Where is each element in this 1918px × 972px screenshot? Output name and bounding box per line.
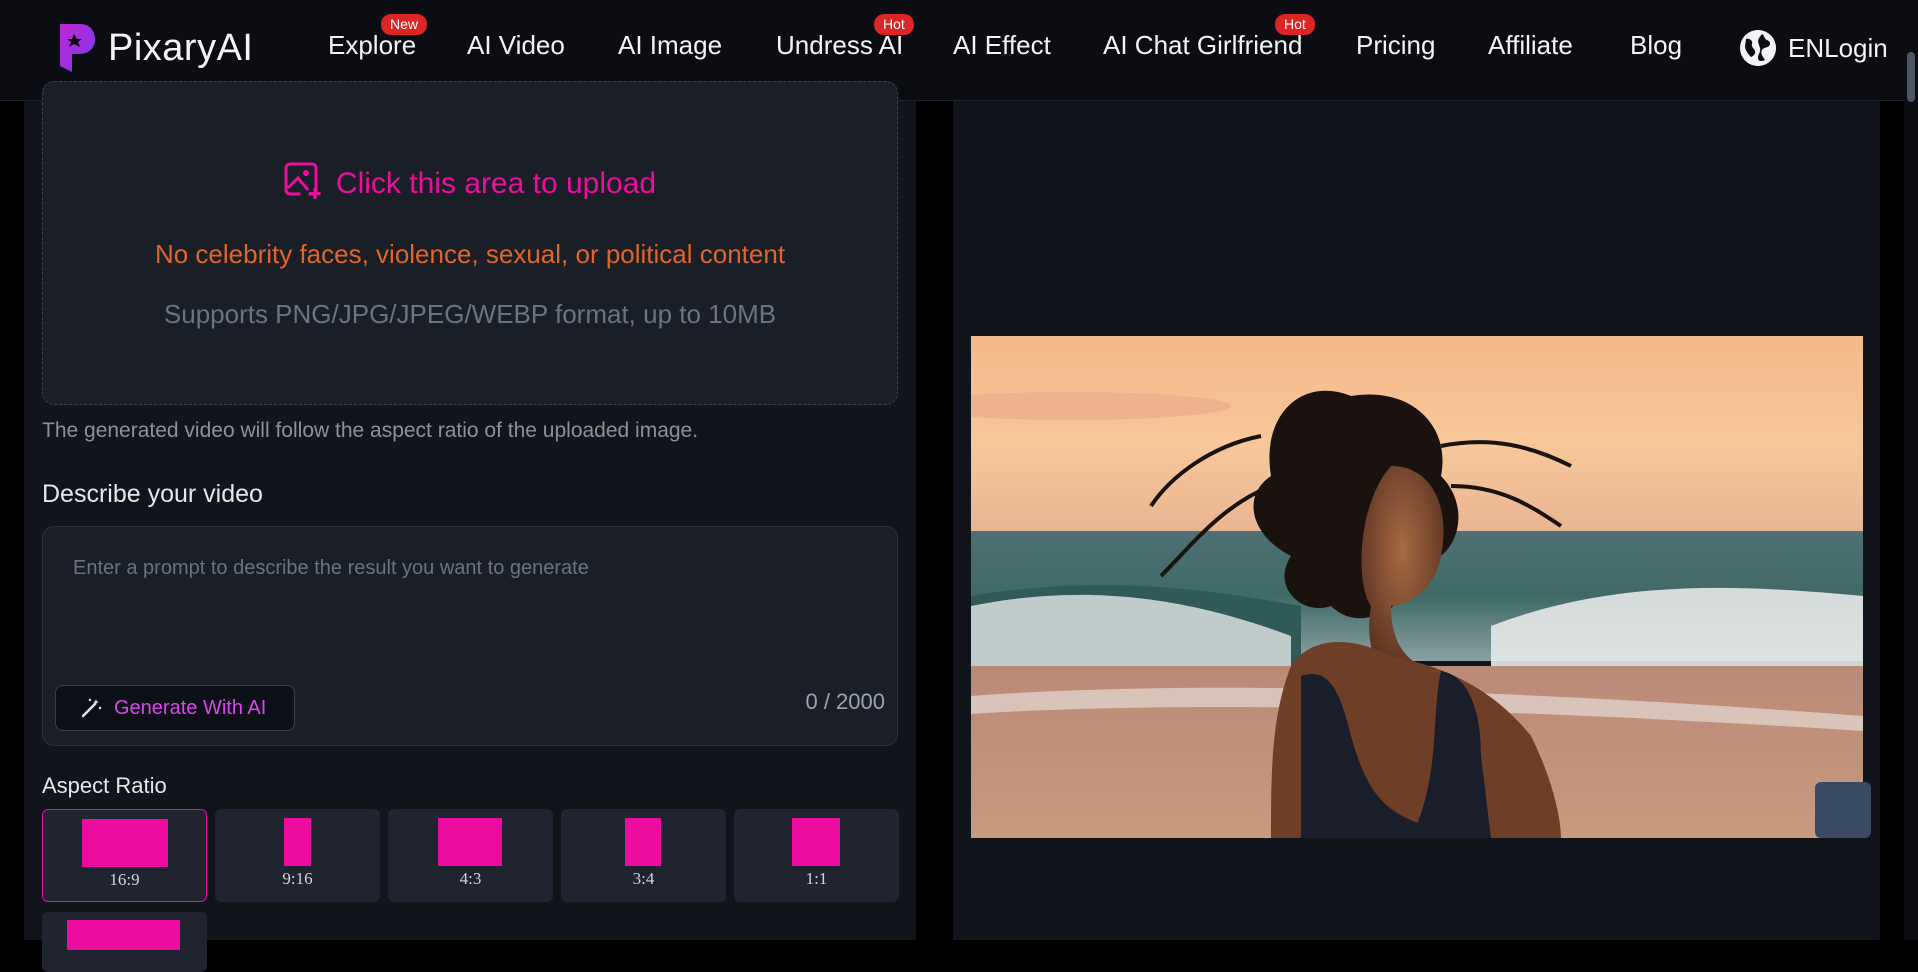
aspect-option-more[interactable] — [42, 912, 207, 972]
aspect-option-1-1[interactable]: 1:1 — [734, 809, 899, 902]
prompt-placeholder: Enter a prompt to describe the result yo… — [73, 557, 589, 579]
character-counter: 0 / 2000 — [805, 689, 885, 714]
ratio-preview-more — [67, 920, 180, 950]
content-warning: No celebrity faces, violence, sexual, or… — [154, 239, 786, 269]
nav-item-label: Pricing — [1356, 30, 1436, 60]
upload-title-text: Click this area to upload — [335, 166, 657, 200]
hot-badge: Hot — [1275, 14, 1315, 35]
nav-item-affiliate[interactable]: Affiliate — [1488, 30, 1573, 61]
ratio-preview-4-3 — [438, 818, 502, 866]
aspect-option-16-9[interactable]: 16:9 — [42, 809, 207, 902]
aspect-option-4-3[interactable]: 4:3 — [388, 809, 553, 902]
aspect-label: 9:16 — [282, 869, 313, 888]
nav-item-label: Affiliate — [1488, 30, 1573, 60]
aspect-label: 16:9 — [109, 870, 140, 889]
describe-title: Describe your video — [42, 480, 263, 508]
hot-badge: Hot — [874, 14, 914, 35]
generate-with-ai-button[interactable]: Generate With AI — [55, 685, 295, 731]
lang-login-text[interactable]: ENLogin — [1788, 33, 1888, 64]
nav-item-undress-ai[interactable]: Undress AI Hot — [776, 14, 914, 61]
nav-item-ai-video[interactable]: AI Video — [467, 30, 565, 61]
nav-item-ai-image[interactable]: AI Image — [618, 30, 722, 61]
aspect-label: 4:3 — [459, 869, 482, 888]
nav-item-label: AI Video — [467, 30, 565, 60]
ratio-preview-1-1 — [792, 818, 840, 866]
nav-item-explore[interactable]: Explore New — [328, 14, 428, 61]
preview-image — [971, 336, 1863, 838]
new-badge: New — [381, 14, 428, 35]
aspect-label: 3:4 — [632, 869, 655, 888]
nav-item-ai-effect[interactable]: AI Effect — [953, 30, 1051, 61]
input-panel: Click this area to upload No celebrity f… — [24, 81, 916, 972]
nav-item-label: AI Effect — [953, 30, 1051, 60]
floating-action-button[interactable] — [1815, 782, 1871, 838]
nav-item-label: AI Chat Girlfriend — [1103, 30, 1303, 60]
globe-icon[interactable] — [1740, 30, 1776, 66]
logo-text: PixaryAI — [108, 26, 254, 69]
upload-title[interactable]: Click this area to upload — [43, 162, 897, 204]
generate-with-ai-label: Generate With AI — [114, 696, 267, 719]
magic-wand-icon — [81, 698, 102, 718]
ratio-preview-16-9 — [82, 819, 168, 867]
upload-area[interactable]: Click this area to upload No celebrity f… — [42, 81, 898, 405]
page-scrollbar[interactable] — [1904, 0, 1918, 940]
nav-item-blog[interactable]: Blog — [1630, 30, 1682, 61]
image-upload-icon — [284, 162, 321, 199]
aspect-option-9-16[interactable]: 9:16 — [215, 809, 380, 902]
ratio-preview-3-4 — [625, 818, 661, 866]
nav-item-pricing[interactable]: Pricing — [1356, 30, 1435, 61]
nav-item-label: AI Image — [618, 30, 723, 60]
aspect-ratio-note: The generated video will follow the aspe… — [42, 419, 699, 442]
aspect-label: 1:1 — [805, 869, 828, 888]
aspect-ratio-title: Aspect Ratio — [42, 773, 167, 798]
language-selector[interactable]: EN — [1788, 33, 1824, 63]
prompt-textarea[interactable]: Enter a prompt to describe the result yo… — [42, 526, 898, 746]
logo[interactable]: PixaryAI — [58, 22, 253, 74]
logo-icon — [60, 24, 95, 72]
nav-item-ai-chat-girlfriend[interactable]: AI Chat Girlfriend Hot — [1103, 14, 1315, 61]
nav-item-label: Blog — [1630, 30, 1683, 60]
login-link[interactable]: Login — [1824, 33, 1888, 63]
language-login-group: ENLogin — [1740, 30, 1888, 66]
scrollbar-thumb[interactable] — [1907, 52, 1915, 102]
aspect-option-3-4[interactable]: 3:4 — [561, 809, 726, 902]
preview-panel — [953, 101, 1880, 940]
ratio-preview-9-16 — [284, 818, 311, 866]
supported-formats: Supports PNG/JPG/JPEG/WEBP format, up to… — [163, 299, 777, 329]
